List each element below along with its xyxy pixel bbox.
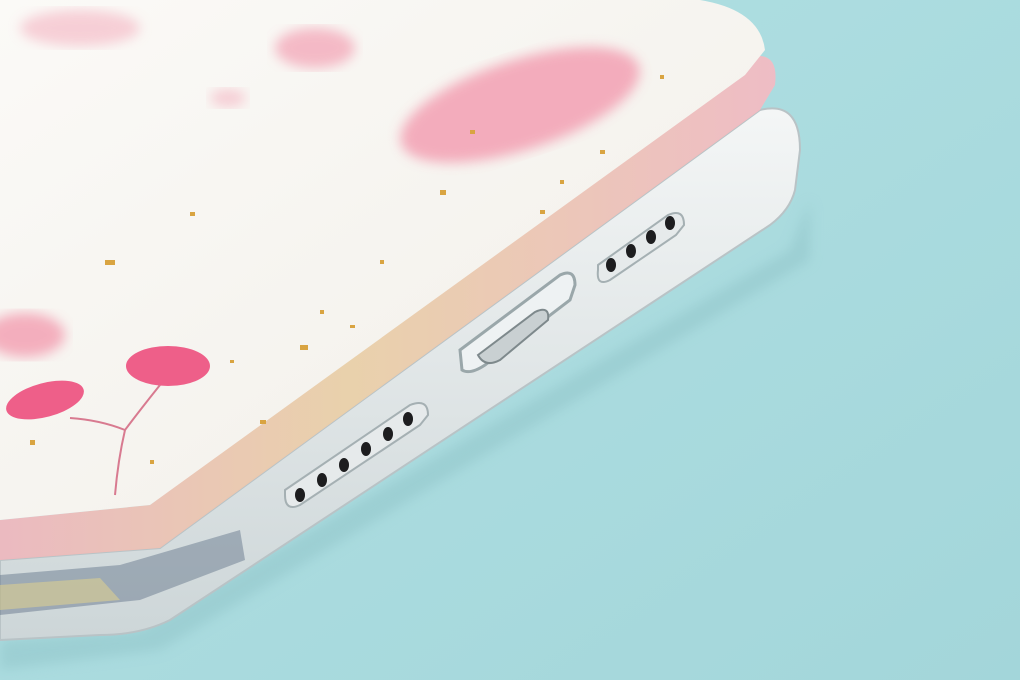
speaker-hole [665,216,675,230]
speaker-hole [646,230,656,244]
speaker-hole [403,412,413,426]
speaker-hole [339,458,349,472]
speaker-hole [295,488,305,502]
speaker-hole [626,244,636,258]
speaker-hole [383,427,393,441]
phone-case-photo [0,0,1020,680]
speaker-hole [606,258,616,272]
speaker-hole [361,442,371,456]
speaker-hole [317,473,327,487]
